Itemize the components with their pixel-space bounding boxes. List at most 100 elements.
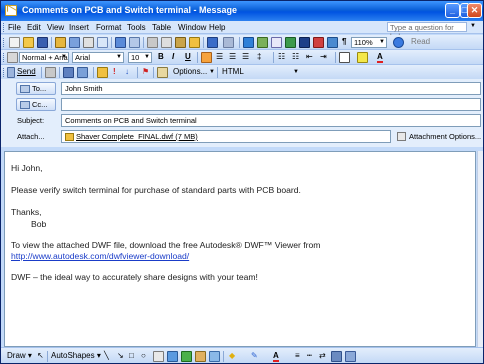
- line-style-icon[interactable]: ≡: [295, 351, 300, 360]
- menu-help[interactable]: Help: [209, 23, 225, 32]
- drawing-icon[interactable]: [313, 37, 324, 48]
- 3d-icon[interactable]: [345, 351, 356, 362]
- fill-color-icon[interactable]: ◆: [229, 351, 235, 360]
- redo-icon[interactable]: [223, 37, 234, 48]
- importance-low-icon[interactable]: ↓: [125, 67, 129, 76]
- read-button[interactable]: Read: [411, 37, 430, 46]
- to-field[interactable]: John Smith: [61, 82, 481, 95]
- cut-icon[interactable]: [147, 37, 158, 48]
- copy-icon[interactable]: [161, 37, 172, 48]
- columns-icon[interactable]: [299, 37, 310, 48]
- line-icon[interactable]: ╲: [104, 351, 109, 360]
- importance-high-icon[interactable]: !: [113, 67, 116, 76]
- close-button[interactable]: ✕: [467, 3, 482, 18]
- send-button[interactable]: Send: [17, 67, 36, 76]
- vertical-scrollbar[interactable]: [477, 151, 483, 347]
- clip-art-icon[interactable]: [195, 351, 206, 362]
- menu-window[interactable]: Window: [178, 23, 206, 32]
- insert-excel-icon[interactable]: [285, 37, 296, 48]
- dash-style-icon[interactable]: ┅: [307, 351, 312, 360]
- flag-icon[interactable]: ⚑: [142, 67, 149, 76]
- print-icon[interactable]: [83, 37, 94, 48]
- select-objects-icon[interactable]: ↖: [37, 351, 44, 360]
- font-color-icon[interactable]: A: [377, 52, 383, 63]
- tables-borders-icon[interactable]: [257, 37, 268, 48]
- arrow-style-icon[interactable]: ⇄: [319, 351, 326, 360]
- message-body[interactable]: Hi John, Please verify switch terminal f…: [4, 151, 476, 347]
- align-right-icon[interactable]: ☰: [229, 52, 236, 61]
- options-button[interactable]: Options...: [173, 67, 207, 76]
- document-map-icon[interactable]: [327, 37, 338, 48]
- new-icon[interactable]: [9, 37, 20, 48]
- draw-menu[interactable]: Draw ▾: [7, 351, 32, 360]
- cc-field[interactable]: [61, 98, 481, 111]
- underline-button[interactable]: U: [185, 52, 191, 61]
- paste-icon[interactable]: [175, 37, 186, 48]
- align-center-icon[interactable]: ☰: [216, 52, 223, 61]
- bold-button[interactable]: B: [158, 52, 164, 61]
- justify-icon[interactable]: ☰: [242, 52, 249, 61]
- hyperlink-icon[interactable]: [243, 37, 254, 48]
- minimize-button[interactable]: _: [445, 3, 460, 18]
- permission-icon[interactable]: [55, 37, 66, 48]
- menu-table[interactable]: Table: [152, 23, 171, 32]
- dwf-viewer-link[interactable]: http://www.autodesk.com/dwfviewer-downlo…: [11, 251, 189, 261]
- menu-view[interactable]: View: [47, 23, 64, 32]
- menu-file[interactable]: File: [8, 23, 21, 32]
- send-icon[interactable]: [7, 67, 15, 78]
- menu-format[interactable]: Format: [96, 23, 121, 32]
- zoom-select[interactable]: 110% ▼: [351, 37, 387, 48]
- text-box-icon[interactable]: [153, 351, 164, 362]
- bullets-icon[interactable]: ☷: [292, 52, 299, 61]
- autoshapes-menu[interactable]: AutoShapes ▾: [51, 351, 101, 360]
- decrease-indent-icon[interactable]: ⇤: [306, 52, 313, 61]
- message-format-select[interactable]: HTML: [222, 67, 244, 76]
- insert-table-icon[interactable]: [271, 37, 282, 48]
- style-select[interactable]: Normal + Arial, ▼: [19, 52, 69, 63]
- format-dropdown-icon[interactable]: ▼: [293, 69, 299, 75]
- undo-icon[interactable]: [207, 37, 218, 48]
- attachment-options-button[interactable]: Attachment Options...: [397, 132, 481, 141]
- rectangle-icon[interactable]: □: [129, 351, 134, 360]
- show-hide-icon[interactable]: ¶: [342, 37, 346, 46]
- options-icon[interactable]: [157, 67, 168, 78]
- font-size-select[interactable]: 10 ▼: [128, 52, 152, 63]
- align-left-icon[interactable]: [201, 52, 212, 63]
- increase-indent-icon[interactable]: ⇥: [320, 52, 327, 61]
- check-names-icon[interactable]: [77, 67, 88, 78]
- line-spacing-icon[interactable]: ‡: [257, 52, 261, 61]
- menu-edit[interactable]: Edit: [27, 23, 41, 32]
- draw-font-color-icon[interactable]: A: [273, 351, 279, 362]
- save-icon[interactable]: [37, 37, 48, 48]
- italic-button[interactable]: I: [172, 52, 174, 61]
- attachment-file[interactable]: Shaver Complete_FINAL.dwf (7 MB): [76, 132, 198, 141]
- ask-dropdown-icon[interactable]: ▼: [470, 23, 476, 29]
- styles-icon[interactable]: [7, 52, 18, 63]
- options-dropdown-icon[interactable]: ▼: [209, 69, 215, 75]
- diagram-icon[interactable]: [181, 351, 192, 362]
- address-book-icon[interactable]: [63, 67, 74, 78]
- attach-icon[interactable]: [69, 37, 80, 48]
- picture-icon[interactable]: [209, 351, 220, 362]
- oval-icon[interactable]: ○: [141, 351, 146, 360]
- numbering-icon[interactable]: ☷: [278, 52, 285, 61]
- menu-tools[interactable]: Tools: [127, 23, 146, 32]
- shadow-icon[interactable]: [331, 351, 342, 362]
- attach-field[interactable]: Shaver Complete_FINAL.dwf (7 MB): [61, 130, 391, 143]
- menu-insert[interactable]: Insert: [69, 23, 89, 32]
- wordart-icon[interactable]: [167, 351, 178, 362]
- print-preview-icon[interactable]: [97, 37, 108, 48]
- subject-field[interactable]: Comments on PCB and Switch terminal: [61, 114, 481, 127]
- to-button[interactable]: To...: [16, 82, 56, 95]
- insert-file-icon[interactable]: [97, 67, 108, 78]
- ask-question-input[interactable]: Type a question for help: [387, 22, 467, 41]
- font-select[interactable]: Arial ▼: [72, 52, 124, 63]
- help-icon[interactable]: [393, 37, 404, 48]
- cc-button[interactable]: Cc...: [16, 98, 56, 111]
- line-color-icon[interactable]: ✎: [251, 351, 258, 360]
- format-painter-icon[interactable]: [189, 37, 200, 48]
- research-icon[interactable]: [129, 37, 140, 48]
- border-icon[interactable]: [339, 52, 350, 63]
- open-icon[interactable]: [23, 37, 34, 48]
- highlight-icon[interactable]: [357, 52, 368, 63]
